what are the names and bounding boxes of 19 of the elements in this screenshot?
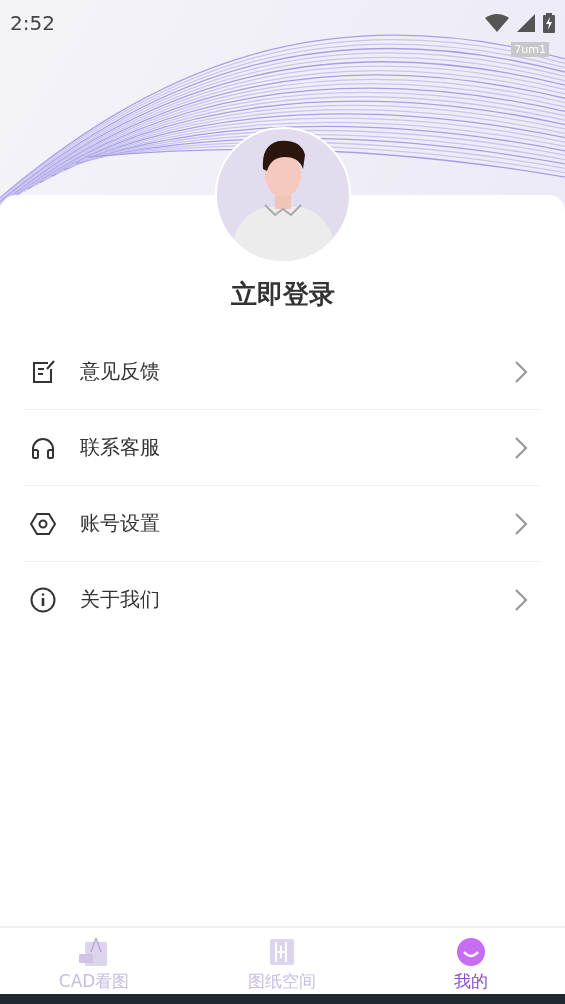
wifi-icon — [485, 14, 509, 32]
signal-icon — [517, 14, 535, 32]
hexagon-icon — [30, 510, 56, 537]
chevron-right-icon — [514, 511, 528, 536]
chevron-right-icon — [514, 359, 528, 384]
login-link[interactable]: 立即登录 — [230, 277, 335, 312]
smiley-icon — [454, 936, 487, 968]
battery-icon — [543, 13, 555, 33]
menu-item[interactable]: 关于我们 — [24, 562, 540, 637]
chevron-right-icon — [514, 587, 528, 612]
menu-item[interactable]: 账号设置 — [24, 486, 540, 562]
chevron-right-icon — [514, 435, 528, 460]
nav-tab[interactable]: 我的 — [376, 928, 565, 994]
edit-icon — [30, 358, 56, 385]
menu-item[interactable]: 意见反馈 — [24, 334, 540, 410]
avatar[interactable] — [214, 127, 351, 263]
info-icon — [30, 586, 56, 613]
status-time: 2:52 — [10, 11, 55, 35]
menu-item[interactable]: 联系客服 — [24, 410, 540, 486]
